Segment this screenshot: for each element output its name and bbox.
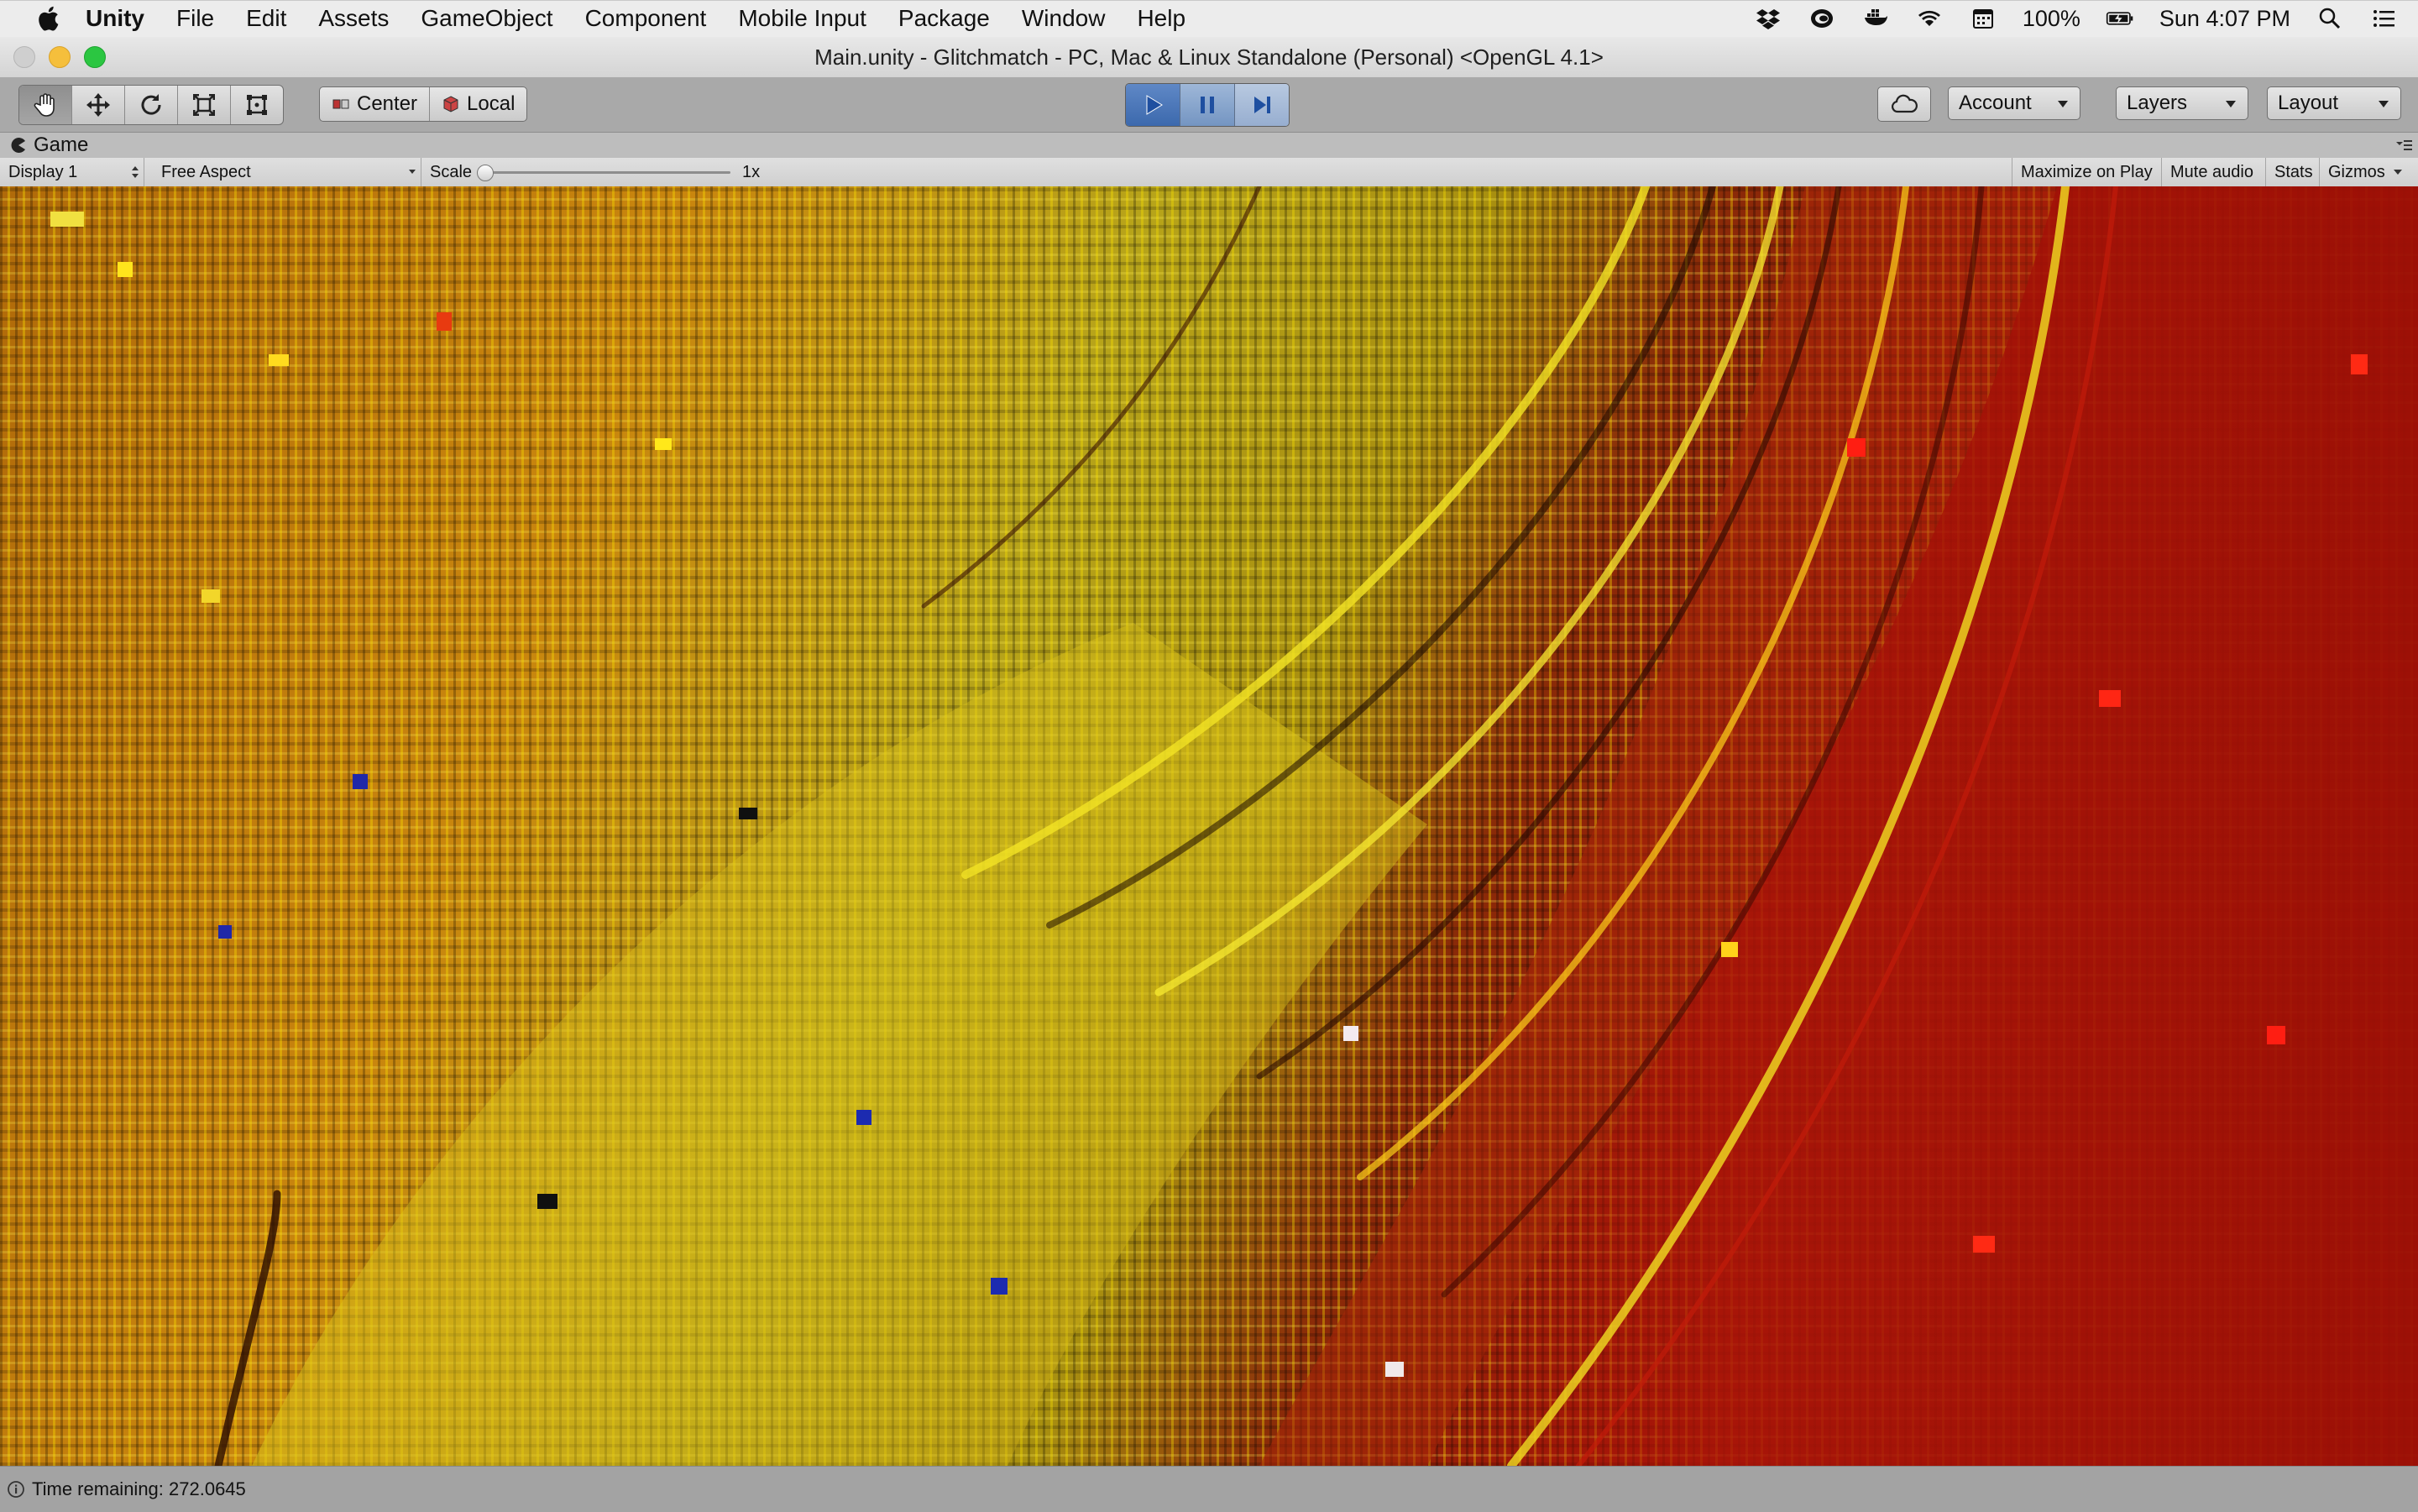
aspect-select-value: Free Aspect [161, 162, 251, 181]
notification-center-icon[interactable] [2369, 6, 2398, 31]
menu-edit[interactable]: Edit [246, 5, 286, 32]
minimize-window-button[interactable] [49, 46, 71, 68]
wifi-icon[interactable] [1915, 6, 1944, 31]
account-dropdown[interactable]: Account [1948, 86, 2080, 120]
hand-icon [34, 93, 55, 117]
account-label: Account [1959, 92, 2032, 114]
rect-tool-button[interactable] [231, 86, 283, 124]
gizmos-toggle[interactable]: Gizmos [2319, 158, 2418, 186]
layers-dropdown[interactable]: Layers [2116, 86, 2248, 120]
hand-tool-button[interactable] [19, 86, 72, 124]
display-select[interactable]: Display 1 [0, 158, 144, 186]
game-view-controls: Display 1 Free Aspect Scale 1x Maximize … [0, 158, 2418, 187]
creative-cloud-icon[interactable] [1808, 6, 1836, 31]
rect-tool-icon [247, 95, 267, 115]
menu-help[interactable]: Help [1137, 5, 1185, 32]
tab-game[interactable]: Game [10, 133, 88, 158]
maximize-on-play-toggle[interactable]: Maximize on Play [2012, 158, 2161, 186]
pacman-game-icon [11, 138, 25, 153]
battery-percent: 100% [2022, 5, 2080, 31]
menu-component[interactable]: Component [585, 5, 707, 32]
macos-menu-bar: Unity File Edit Assets GameObject Compon… [0, 0, 2418, 37]
pivot-toggles: Center Local [319, 86, 528, 122]
aspect-select[interactable]: Free Aspect [153, 158, 421, 186]
menu-file[interactable]: File [176, 5, 214, 32]
scale-value: 1x [742, 163, 761, 181]
pivot-center-label: Center [357, 92, 418, 115]
unity-toolbar: Center Local Account Layers Layout [0, 78, 2418, 133]
updown-arrows-icon [132, 166, 139, 178]
move-icon [86, 93, 110, 117]
stats-label: Stats [2274, 162, 2313, 181]
scale-tool-button[interactable] [178, 86, 231, 124]
scale-slider-handle[interactable] [477, 165, 494, 181]
move-tool-button[interactable] [72, 86, 125, 124]
menu-window[interactable]: Window [1022, 5, 1106, 32]
window-controls [13, 46, 106, 68]
layout-label: Layout [2278, 92, 2339, 114]
play-icon [1146, 95, 1163, 115]
game-view-render[interactable] [0, 186, 2418, 1466]
rotate-tool-button[interactable] [125, 86, 178, 124]
window-title-bar: Main.unity - Glitchmatch - PC, Mac & Lin… [0, 37, 2418, 78]
window-title: Main.unity - Glitchmatch - PC, Mac & Lin… [814, 44, 1604, 70]
chevron-down-icon [2058, 101, 2068, 107]
maximize-on-play-label: Maximize on Play [2021, 162, 2153, 181]
collab-cloud-button[interactable] [1877, 86, 1931, 122]
pivot-center-icon [332, 99, 349, 109]
glitch-render-art [50, 186, 2418, 1466]
layout-dropdown[interactable]: Layout [2267, 86, 2401, 120]
pivot-space-label: Local [467, 92, 516, 115]
docker-icon[interactable] [1861, 6, 1890, 31]
menu-mobile-input[interactable]: Mobile Input [738, 5, 866, 32]
chevron-down-icon [409, 170, 416, 174]
pivot-center-toggle[interactable]: Center [320, 87, 431, 121]
calendar-icon[interactable] [1969, 6, 1997, 31]
gizmos-label: Gizmos [2328, 162, 2385, 181]
menu-app-unity[interactable]: Unity [86, 5, 144, 32]
scale-slider-track[interactable] [487, 171, 730, 174]
tab-game-label: Game [34, 133, 89, 156]
menu-gameobject[interactable]: GameObject [421, 5, 552, 32]
step-button[interactable] [1235, 84, 1289, 126]
play-button[interactable] [1126, 84, 1180, 126]
chevron-down-icon [2393, 170, 2402, 175]
chevron-down-icon [2226, 101, 2236, 107]
mute-audio-label: Mute audio [2170, 162, 2253, 181]
apple-menu-icon[interactable] [35, 5, 60, 32]
scale-icon [193, 94, 215, 116]
display-select-value: Display 1 [8, 162, 78, 181]
spotlight-search-icon[interactable] [2316, 6, 2344, 31]
scale-label: Scale [430, 162, 473, 181]
menu-assets[interactable]: Assets [318, 5, 389, 32]
game-tab-bar: Game [0, 133, 2418, 159]
unity-status-bar: Time remaining: 272.0645 [0, 1466, 2418, 1512]
layers-label: Layers [2127, 92, 2188, 114]
transform-tools [18, 85, 284, 125]
menu-clock[interactable]: Sun 4:07 PM [2159, 6, 2290, 32]
mute-audio-toggle[interactable]: Mute audio [2161, 158, 2265, 186]
pause-button[interactable] [1180, 84, 1235, 126]
zoom-window-button[interactable] [84, 46, 106, 68]
stats-toggle[interactable]: Stats [2265, 158, 2319, 186]
local-cube-icon [443, 96, 458, 112]
chevron-down-icon [2379, 101, 2389, 107]
menu-package[interactable]: Package [898, 5, 990, 32]
play-controls [1125, 83, 1290, 127]
tab-options-menu-icon[interactable] [2394, 138, 2413, 153]
console-status-message[interactable]: Time remaining: 272.0645 [32, 1478, 246, 1500]
battery-charging-icon[interactable] [2106, 6, 2134, 31]
close-window-button[interactable] [13, 46, 35, 68]
dropbox-icon[interactable] [1754, 6, 1782, 31]
rotate-icon [141, 94, 161, 115]
info-icon [8, 1481, 24, 1498]
step-icon [1254, 97, 1270, 113]
pivot-space-toggle[interactable]: Local [430, 87, 526, 121]
cloud-icon [1892, 94, 1918, 113]
pause-icon [1201, 97, 1214, 113]
